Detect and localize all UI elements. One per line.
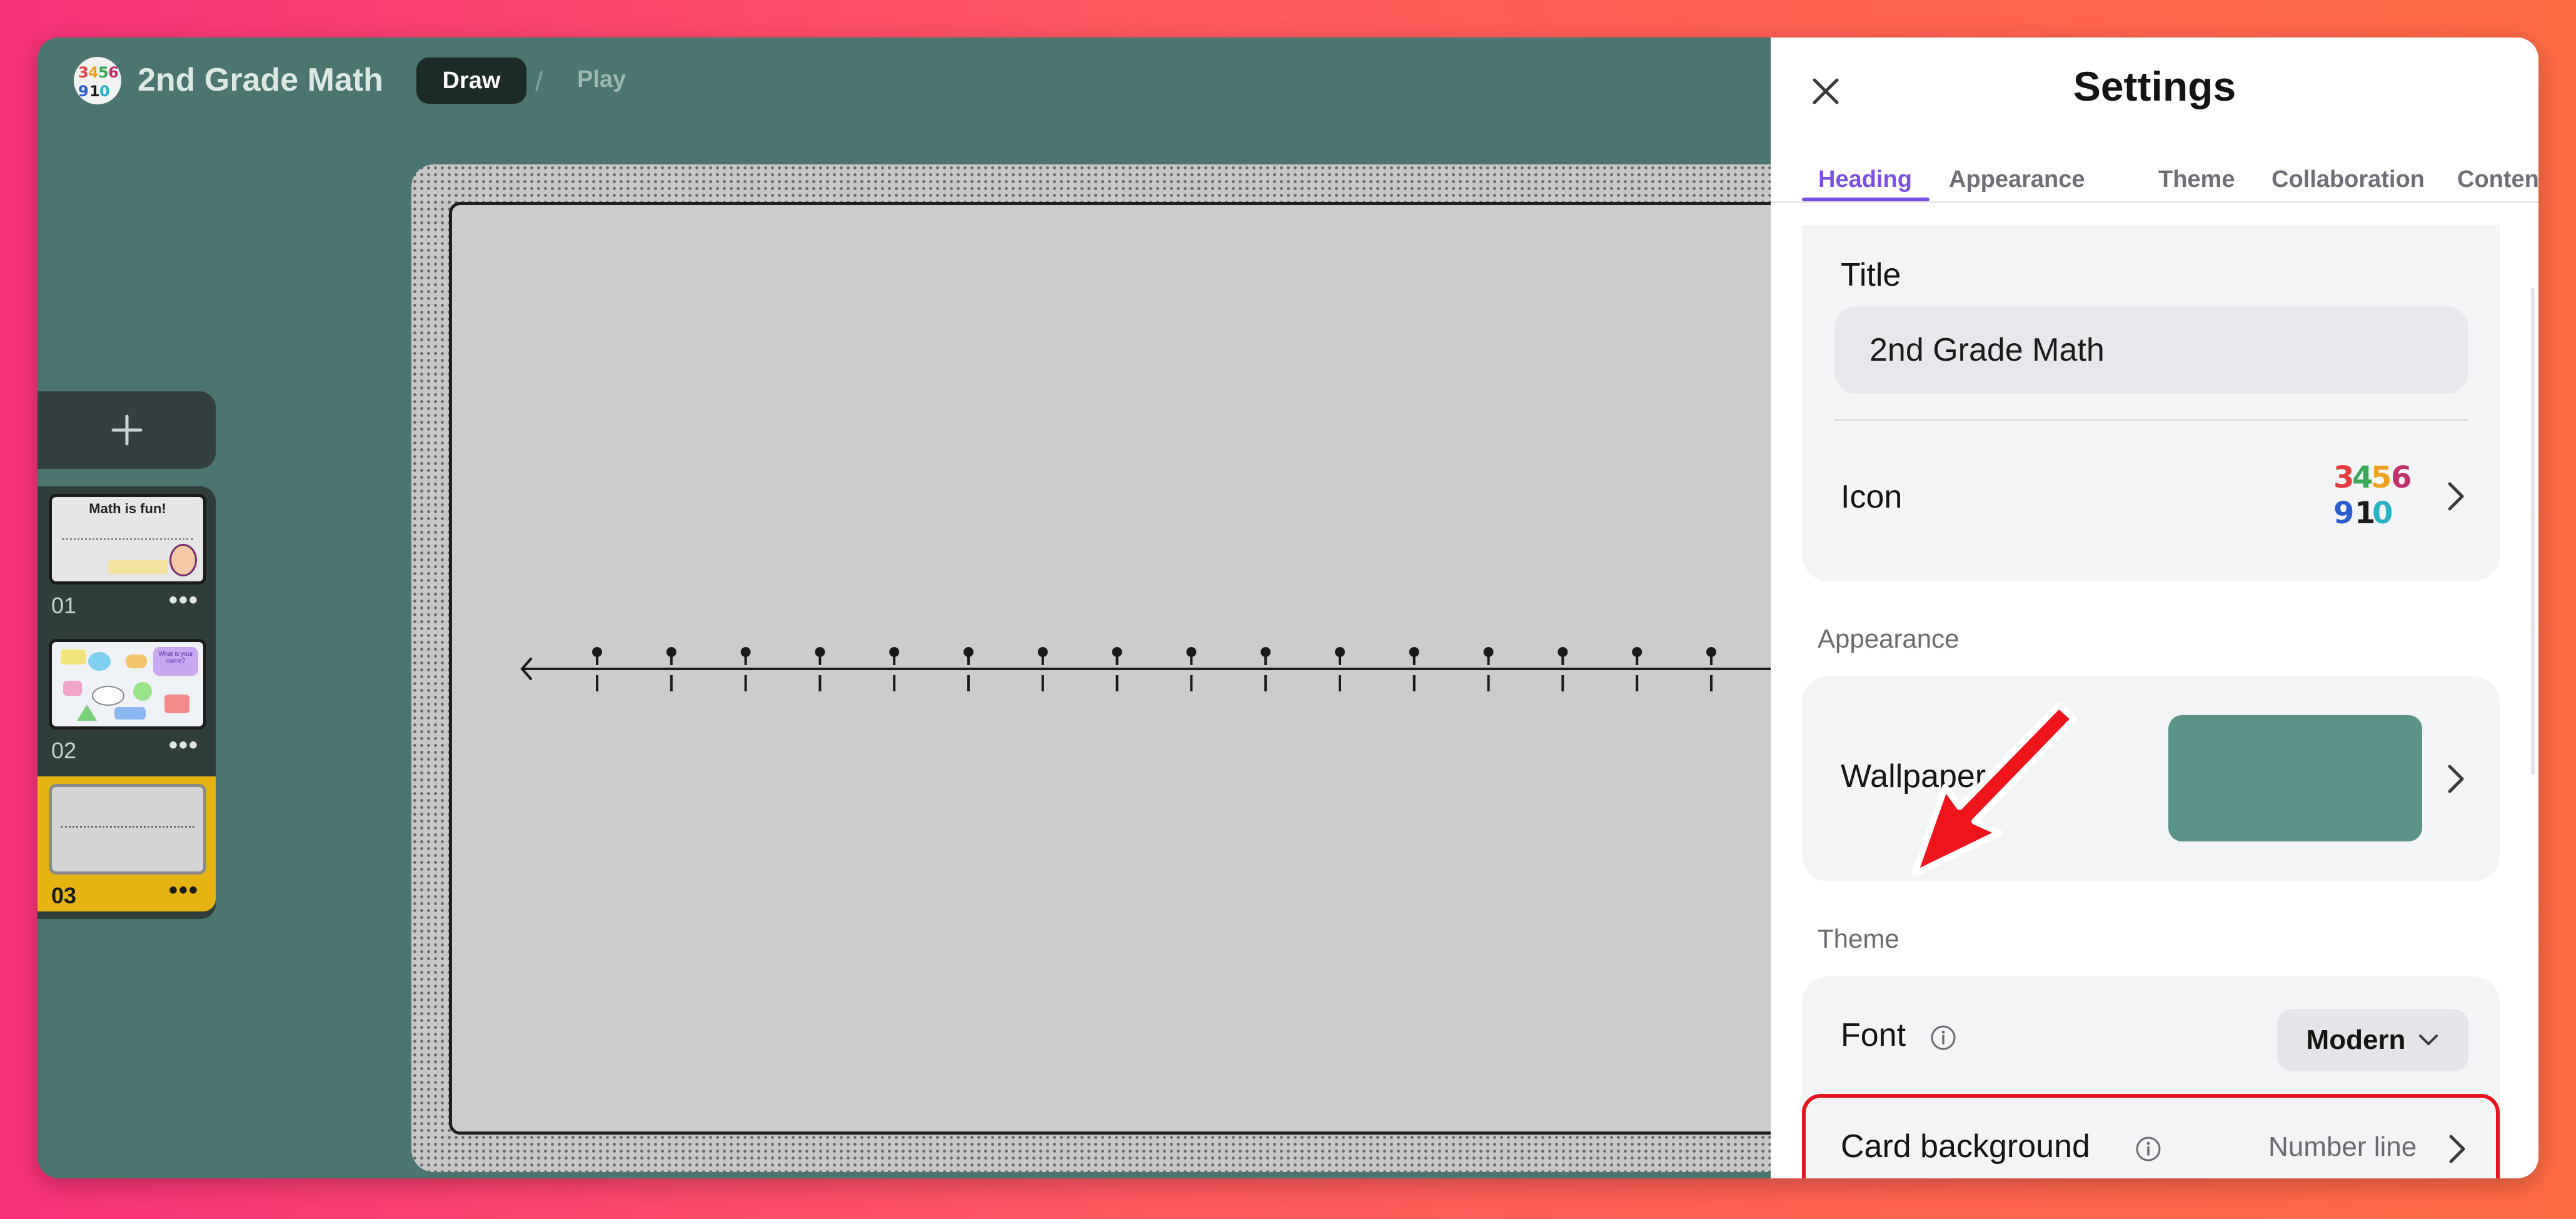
svg-text:0: 0 — [99, 83, 110, 100]
slide-number: 02 — [51, 738, 77, 763]
wallpaper-row[interactable]: Wallpaper — [1802, 676, 2500, 881]
slide-thumbnail[interactable]: What is your name? — [49, 639, 206, 730]
draw-mode-button[interactable]: Draw — [416, 58, 526, 104]
svg-text:9: 9 — [2333, 496, 2354, 531]
number-line-marker — [666, 647, 677, 657]
mode-separator: / — [535, 66, 543, 97]
more-dots-icon[interactable]: ••• — [169, 731, 199, 760]
info-icon[interactable] — [1929, 1024, 1957, 1051]
tab-collaboration[interactable]: Collaboration — [2272, 166, 2425, 193]
canvas-frame — [411, 164, 1828, 1172]
font-select-value: Modern — [2306, 1025, 2406, 1055]
appearance-section-label: Appearance — [1818, 624, 1960, 653]
slide-number: 03 — [51, 883, 77, 908]
number-line-marker — [592, 647, 602, 657]
number-line — [520, 647, 1828, 691]
settings-title: Settings — [2073, 63, 2236, 109]
font-select[interactable]: Modern — [2277, 1009, 2468, 1071]
slide-thumb-bubble: What is your name? — [158, 651, 193, 665]
svg-text:4: 4 — [2352, 460, 2373, 495]
slide-item-02[interactable]: What is your name? 02 ••• — [38, 631, 216, 766]
more-dots-icon[interactable]: ••• — [169, 876, 199, 905]
svg-text:5: 5 — [98, 64, 109, 81]
number-blocks-icon[interactable]: 3 4 5 6 9 1 0 — [73, 56, 122, 105]
number-line-marker — [1186, 647, 1197, 657]
number-line-marker — [1335, 647, 1345, 657]
number-line-marker — [1260, 647, 1271, 657]
number-line-marker — [1706, 647, 1716, 657]
card-background-value: Number line — [2268, 1131, 2417, 1162]
slide-item-01[interactable]: Math is fun! 01 ••• — [38, 486, 216, 621]
svg-text:1: 1 — [89, 83, 100, 100]
slide-number: 01 — [51, 593, 77, 618]
number-line-marker — [1557, 647, 1568, 657]
tab-heading[interactable]: Heading — [1818, 166, 1912, 193]
tab-content[interactable]: Content — [2457, 166, 2538, 193]
svg-text:3: 3 — [2333, 460, 2354, 495]
svg-text:9: 9 — [78, 83, 89, 100]
font-label: Font — [1841, 1017, 1906, 1053]
plus-icon — [111, 414, 142, 446]
slide-item-03[interactable]: 03 ••• — [38, 776, 216, 911]
more-dots-icon[interactable]: ••• — [169, 586, 199, 615]
chevron-down-icon — [2419, 1035, 2438, 1045]
chevron-right-icon — [2448, 482, 2464, 511]
svg-text:3: 3 — [78, 64, 89, 81]
chevron-right-icon — [2448, 765, 2464, 793]
svg-text:4: 4 — [88, 64, 99, 81]
number-blocks-icon: 3 4 5 6 9 1 0 — [2333, 460, 2412, 531]
info-icon[interactable] — [2135, 1135, 2162, 1163]
svg-text:6: 6 — [2391, 460, 2412, 495]
number-line-marker — [815, 647, 825, 657]
svg-text:0: 0 — [2372, 496, 2393, 531]
slide-thumbnail[interactable] — [49, 784, 206, 875]
settings-panel: Settings Heading Appearance Theme Collab… — [1771, 38, 2538, 1178]
slide-thumb-title: Math is fun! — [89, 501, 166, 516]
title-label: Title — [1841, 257, 1901, 293]
heading-card: Title Icon 3 4 5 6 9 1 0 — [1802, 225, 2500, 581]
number-line-marker — [1483, 647, 1494, 657]
chevron-right-icon — [2449, 1135, 2465, 1163]
play-mode-button[interactable]: Play — [577, 66, 626, 93]
tab-theme[interactable]: Theme — [2158, 166, 2235, 193]
scrollbar[interactable] — [2531, 288, 2535, 775]
app-title: 2nd Grade Math — [138, 62, 383, 98]
divider — [1834, 419, 2468, 421]
card-canvas[interactable] — [449, 202, 1828, 1135]
add-card-button[interactable] — [38, 391, 216, 469]
slide-list: Math is fun! 01 ••• What is your name? 0… — [38, 486, 216, 919]
card-background-row[interactable]: Card background Number line — [1802, 1094, 2500, 1178]
theme-section-label: Theme — [1818, 924, 1899, 953]
slide-thumbnail[interactable]: Math is fun! — [49, 494, 206, 584]
settings-tabs: Heading Appearance Theme Collaboration C… — [1771, 144, 2538, 203]
top-bar: 3 4 5 6 9 1 0 2nd Grade Math Draw / Play — [38, 38, 1769, 125]
active-tab-indicator — [1802, 198, 1929, 201]
number-line-marker — [1632, 647, 1643, 657]
number-line-marker — [1037, 647, 1048, 657]
tab-appearance[interactable]: Appearance — [1949, 166, 2085, 193]
number-line-marker — [1409, 647, 1419, 657]
card-background-label: Card background — [1841, 1128, 2090, 1165]
title-input[interactable] — [1834, 306, 2468, 394]
wallpaper-swatch[interactable] — [2168, 715, 2422, 841]
app-window: 3 4 5 6 9 1 0 2nd Grade Math Draw / Play… — [38, 38, 2538, 1178]
number-line-marker — [740, 647, 751, 657]
svg-text:5: 5 — [2371, 460, 2392, 495]
wallpaper-label: Wallpaper — [1841, 758, 1986, 795]
number-line-marker — [889, 647, 900, 657]
number-line-marker — [963, 647, 974, 657]
number-line-marker — [1112, 647, 1122, 657]
icon-picker-row[interactable]: 3 4 5 6 9 1 0 — [2333, 451, 2477, 539]
icon-label: Icon — [1841, 479, 1903, 515]
svg-text:6: 6 — [108, 64, 119, 81]
